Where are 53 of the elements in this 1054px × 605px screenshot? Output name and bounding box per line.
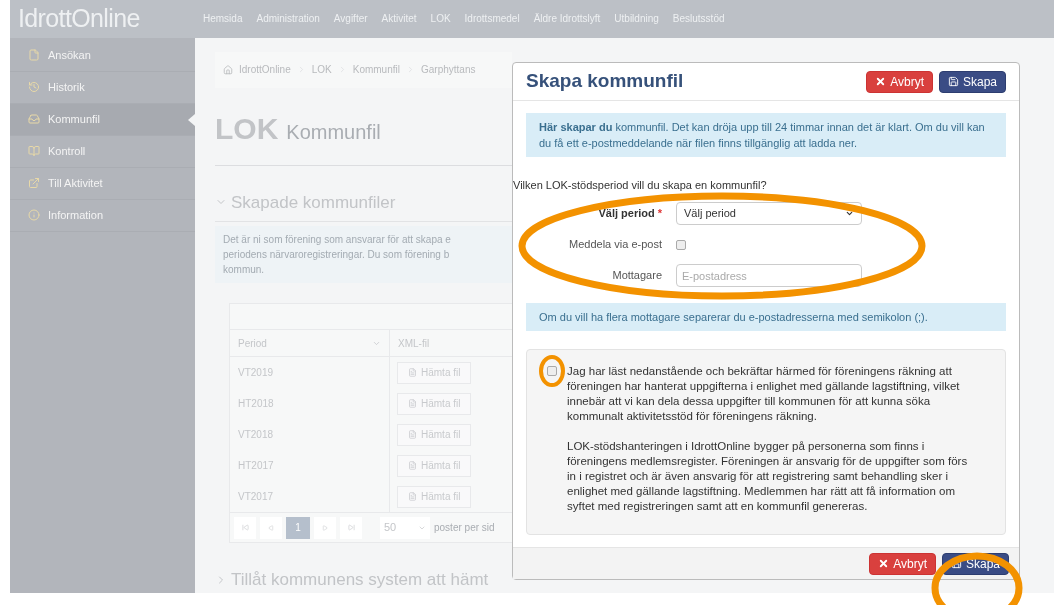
previous-page-button[interactable] [260,516,282,539]
info-icon [28,209,40,221]
file-icon [408,368,417,377]
create-button[interactable]: Skapa [938,70,1006,93]
file-icon [408,399,417,408]
inbox-icon [28,113,40,125]
breadcrumb-link[interactable]: Kommunfil [352,62,400,77]
page-size-label: poster per sid [434,521,495,535]
required-mark: * [657,207,662,220]
cancel-button[interactable]: Avbryt [869,552,936,575]
cancel-button[interactable]: Avbryt [866,70,933,93]
file-icon [408,461,417,470]
consent-checkbox[interactable] [547,366,557,376]
history-icon [28,81,40,93]
breadcrumb-link[interactable]: LOK [311,62,332,77]
close-icon [875,76,887,87]
dialog-title: Skapa kommunfil [526,69,684,94]
period-select[interactable]: Välj period [676,202,862,225]
close-icon [878,558,890,569]
question-text: Vilken LOK-stödsperiod vill du skapa en kommunfil? [513,178,768,193]
next-page-button[interactable] [314,516,336,539]
file-icon [28,49,40,61]
next-icon [322,524,328,531]
home-icon [223,64,233,75]
last-page-button[interactable] [340,516,362,539]
field-label: Välj period * [597,206,663,222]
sidebar-item[interactable]: Kommunfil [10,103,195,136]
info-text: Det är ni som förening som ansvarar för att skapa e [223,233,452,247]
info-text: periodens närvaroregistreringar. Du som förening b [223,248,451,262]
breadcrumb-link[interactable]: Garphyttans [420,62,476,77]
page-size-select[interactable]: 50 [380,516,430,539]
notify-checkbox[interactable] [676,239,686,250]
annotation-ring [539,355,565,387]
first-page-button[interactable] [234,516,256,539]
page-button[interactable]: 1 [286,516,310,539]
first-page-icon [241,524,249,531]
field-label: Mottagare [611,268,663,284]
hint-box: Om du vill ha flera mottagare separerar du e-postadresserna med semikolon (;). [526,302,1006,331]
external-link-icon [28,177,40,189]
consent-text: LOK-stödshanteringen i IdrottOnline bygger på personerna som finns i föreningens medlemsregister. Föreningen är ansvarig för de uppgifter som förs in i registret och är även ansvarig för att registrering samt behandling sker i enlighet med gällande lagstiftning. Medlemmen har rätt att få information om syftet med registreringen samt att en kommunfil genereras. [567,439,969,514]
file-icon [408,492,417,501]
info-text: kommun. [223,263,266,277]
consent-text: Jag har läst nedanstående och bekräftar härmed för föreningens räkning att föreningen har hanterat uppgifterna i enlighet med gällande lagstiftning, vilket innebär att vi kan dela dessa uppgifter till kommunen för att kunna söka kommunalt aktivitetsstöd för föreningens räkning. [567,364,961,424]
email-field[interactable]: E-postadress [676,264,862,287]
dropdown-icon [845,209,854,218]
file-icon [408,430,417,439]
previous-icon [268,524,274,531]
breadcrumb-link[interactable]: IdrottOnline [239,62,291,77]
page-subtitle: Kommunfil [286,119,381,145]
field-label: Meddela via e-post [568,237,663,253]
last-page-icon [347,524,355,531]
book-icon [28,145,40,157]
info-text: Här skapar du kommunfil. Det kan dröja upp till 24 timmar innan det är klart. Om du vill kan du få ett e-postmeddelande när filen finns tillgänglig att ladda ner. [539,121,985,149]
